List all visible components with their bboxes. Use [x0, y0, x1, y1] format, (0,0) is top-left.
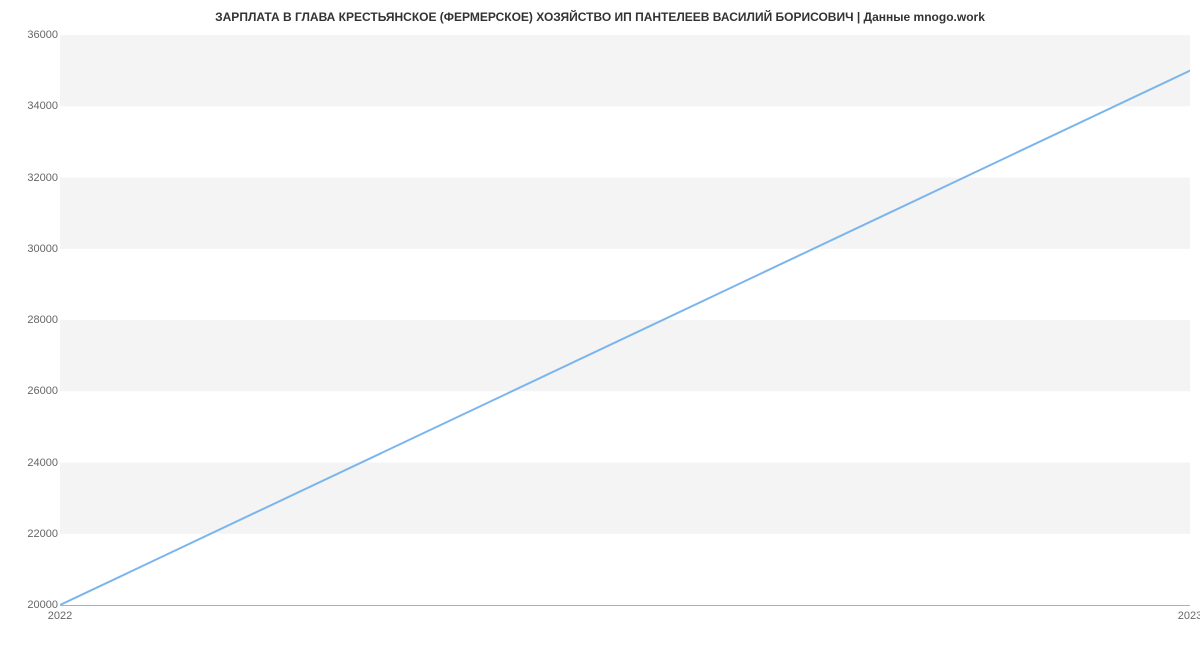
chart-title: ЗАРПЛАТА В ГЛАВА КРЕСТЬЯНСКОЕ (ФЕРМЕРСКО…	[0, 10, 1200, 24]
y-tick-label: 24000	[8, 457, 58, 469]
grid-band	[60, 35, 1190, 106]
y-tick-label: 34000	[8, 100, 58, 112]
plot-area	[60, 35, 1190, 606]
y-tick-label: 32000	[8, 172, 58, 184]
y-tick-label: 36000	[8, 29, 58, 41]
y-tick-label: 22000	[8, 528, 58, 540]
chart-svg	[60, 35, 1190, 605]
grid-band	[60, 320, 1190, 391]
grid-bands	[60, 35, 1190, 534]
y-tick-label: 30000	[8, 243, 58, 255]
x-tick-label: 2022	[48, 610, 72, 622]
y-tick-label: 28000	[8, 314, 58, 326]
grid-band	[60, 463, 1190, 534]
y-tick-label: 26000	[8, 385, 58, 397]
grid-band	[60, 178, 1190, 249]
x-tick-label: 2023	[1178, 610, 1200, 622]
chart-container: ЗАРПЛАТА В ГЛАВА КРЕСТЬЯНСКОЕ (ФЕРМЕРСКО…	[0, 0, 1200, 650]
